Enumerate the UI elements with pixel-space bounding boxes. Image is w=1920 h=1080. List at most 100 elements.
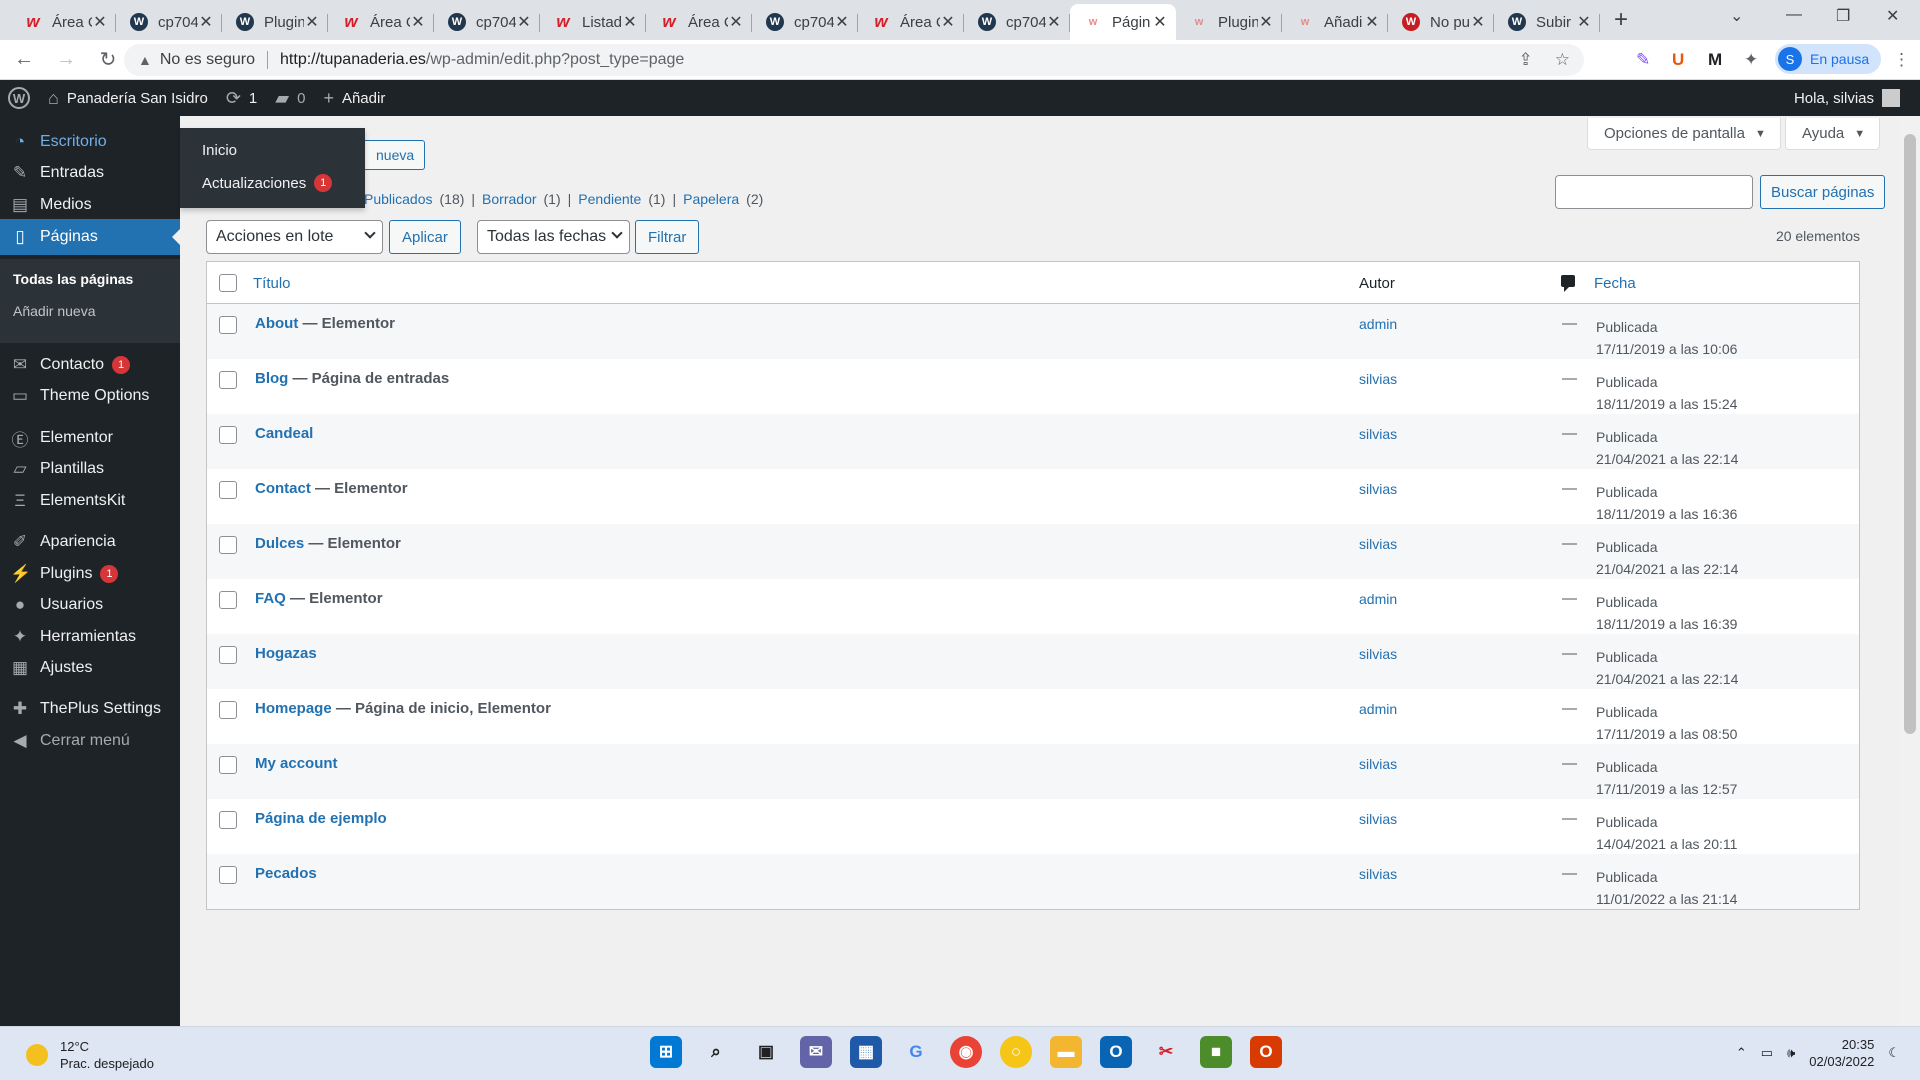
extension-pen-icon[interactable]: ✎ <box>1636 50 1650 70</box>
author-link[interactable]: admin <box>1359 316 1397 332</box>
browser-tab[interactable]: Wcp704 ✕ <box>752 4 858 40</box>
chevron-up-icon[interactable]: ⌃ <box>1736 1045 1747 1061</box>
row-checkbox[interactable] <box>219 481 237 499</box>
browser-tab[interactable]: w Págin ✕ <box>1070 4 1176 40</box>
author-link[interactable]: silvias <box>1359 646 1397 662</box>
page-title-link[interactable]: Blog <box>255 370 288 387</box>
clock[interactable]: 20:35 02/03/2022 <box>1809 1036 1874 1070</box>
wordpress-logo-icon[interactable]: W <box>8 87 30 109</box>
search-pages-button[interactable]: Buscar páginas <box>1760 175 1886 209</box>
close-tab-icon[interactable]: ✕ <box>940 12 956 32</box>
title-column-header[interactable]: Título <box>253 275 291 292</box>
weather-widget[interactable]: 12°C Prac. despejado <box>26 1038 154 1072</box>
reload-icon[interactable]: ↻ <box>90 47 126 72</box>
close-tab-icon[interactable]: ✕ <box>516 12 532 32</box>
view-published[interactable]: Publicados <box>364 191 433 207</box>
author-link[interactable]: silvias <box>1359 426 1397 442</box>
tab-search-icon[interactable]: ⌄ <box>1730 6 1743 26</box>
author-link[interactable]: silvias <box>1359 756 1397 772</box>
page-scrollbar[interactable] <box>1900 116 1920 1026</box>
author-link[interactable]: silvias <box>1359 811 1397 827</box>
back-icon[interactable]: ← <box>6 48 42 71</box>
row-checkbox[interactable] <box>219 536 237 554</box>
apply-button[interactable]: Aplicar <box>389 220 461 254</box>
browser-tab[interactable]: w Área C✕ <box>10 4 116 40</box>
page-title-link[interactable]: Dulces <box>255 535 304 552</box>
extensions-puzzle-icon[interactable]: ✦ <box>1744 50 1758 70</box>
profile-button[interactable]: S En pausa <box>1775 44 1881 74</box>
notifications-icon[interactable]: ☾ <box>1888 1045 1900 1061</box>
browser-tab[interactable]: w Plugin ✕ <box>1176 4 1282 40</box>
author-link[interactable]: silvias <box>1359 536 1397 552</box>
row-checkbox[interactable] <box>219 426 237 444</box>
row-checkbox[interactable] <box>219 756 237 774</box>
help-button[interactable]: Ayuda ▼ <box>1785 118 1881 150</box>
browser-tab[interactable]: Wcp704 ✕ <box>434 4 540 40</box>
search-icon[interactable]: ⌕ <box>700 1036 732 1068</box>
extension-u-icon[interactable]: U <box>1672 50 1684 70</box>
close-tab-icon[interactable]: ✕ <box>1364 12 1380 32</box>
file-explorer-icon[interactable]: ▬ <box>1050 1036 1082 1068</box>
author-link[interactable]: silvias <box>1359 481 1397 497</box>
view-draft[interactable]: Borrador <box>482 191 536 207</box>
volume-icon[interactable]: 🕪 <box>1787 1045 1795 1061</box>
warning-icon[interactable]: ▲ <box>138 52 152 68</box>
sidebar-item-páginas[interactable]: ▯ Páginas <box>0 219 180 255</box>
browser-tab[interactable]: W No pu ✕ <box>1388 4 1494 40</box>
page-title-link[interactable]: Candeal <box>255 425 313 442</box>
page-title-link[interactable]: Pecados <box>255 865 317 882</box>
screen-options-button[interactable]: Opciones de pantalla ▼ <box>1587 118 1781 150</box>
sidebar-item-entradas[interactable]: ✎ Entradas <box>0 155 180 191</box>
sidebar-item-plantillas[interactable]: ▱ Plantillas <box>0 451 180 487</box>
page-title-link[interactable]: Homepage <box>255 700 332 717</box>
row-checkbox[interactable] <box>219 866 237 884</box>
row-checkbox[interactable] <box>219 371 237 389</box>
view-pending[interactable]: Pendiente <box>578 191 641 207</box>
page-title-link[interactable]: My account <box>255 755 338 772</box>
page-title-link[interactable]: FAQ <box>255 590 286 607</box>
page-title-link[interactable]: About <box>255 315 298 332</box>
author-link[interactable]: silvias <box>1359 866 1397 882</box>
chrome-icon[interactable]: ◉ <box>950 1036 982 1068</box>
close-tab-icon[interactable]: ✕ <box>410 12 426 32</box>
new-tab-button[interactable]: + <box>1614 6 1628 34</box>
select-all-checkbox[interactable] <box>219 274 237 292</box>
sidebar-item-theme-options[interactable]: ▭ Theme Options <box>0 378 180 414</box>
page-title-link[interactable]: Hogazas <box>255 645 317 662</box>
restore-button[interactable]: ❐ <box>1836 6 1850 26</box>
filter-button[interactable]: Filtrar <box>635 220 700 254</box>
bulk-actions-select[interactable]: Acciones en lote <box>206 220 383 254</box>
sidebar-item-ajustes[interactable]: ▦ Ajustes <box>0 650 180 686</box>
browser-tab[interactable]: Wcp704 ✕ <box>964 4 1070 40</box>
close-tab-icon[interactable]: ✕ <box>304 12 320 32</box>
sidebar-item-usuarios[interactable]: ● Usuarios <box>0 587 180 623</box>
omnibox[interactable]: ▲ No es seguro http://tupanaderia.es/wp-… <box>124 44 1584 76</box>
browser-tab[interactable]: w Área C✕ <box>328 4 434 40</box>
sidebar-item-medios[interactable]: ▤ Medios <box>0 187 180 223</box>
row-checkbox[interactable] <box>219 701 237 719</box>
user-account-menu[interactable]: Hola, silvias <box>1794 89 1900 107</box>
close-window-button[interactable]: ✕ <box>1886 6 1899 26</box>
browser-tab[interactable]: W Subir ✕ <box>1494 4 1600 40</box>
store-icon[interactable]: ▦ <box>850 1036 882 1068</box>
sidebar-item-theplus-settings[interactable]: ✚ ThePlus Settings <box>0 691 180 727</box>
task-view-icon[interactable]: ▣ <box>750 1036 782 1068</box>
close-tab-icon[interactable]: ✕ <box>92 12 108 32</box>
browser-tab[interactable]: w Área C✕ <box>858 4 964 40</box>
add-new-page-button[interactable]: nueva <box>355 140 426 170</box>
row-checkbox[interactable] <box>219 591 237 609</box>
search-pages-input[interactable] <box>1555 175 1753 209</box>
sidebar-item-apariencia[interactable]: ✐ Apariencia <box>0 524 180 560</box>
updates-link[interactable]: ⟳ 1 <box>226 88 257 109</box>
browser-tab[interactable]: w Añadi ✕ <box>1282 4 1388 40</box>
share-icon[interactable]: ⇪ <box>1519 50 1533 70</box>
start-icon[interactable]: ⊞ <box>650 1036 682 1068</box>
page-title-link[interactable]: Página de ejemplo <box>255 810 387 827</box>
site-name-link[interactable]: ⌂ Panadería San Isidro <box>48 88 208 109</box>
sidebar-item-elementskit[interactable]: Ξ ElementsKit <box>0 483 180 519</box>
google-icon[interactable]: G <box>900 1036 932 1068</box>
row-checkbox[interactable] <box>219 646 237 664</box>
circle-app-icon[interactable]: ○ <box>1000 1036 1032 1068</box>
view-trash[interactable]: Papelera <box>683 191 739 207</box>
sidebar-item-cerrar-menú[interactable]: ◀ Cerrar menú <box>0 723 180 759</box>
